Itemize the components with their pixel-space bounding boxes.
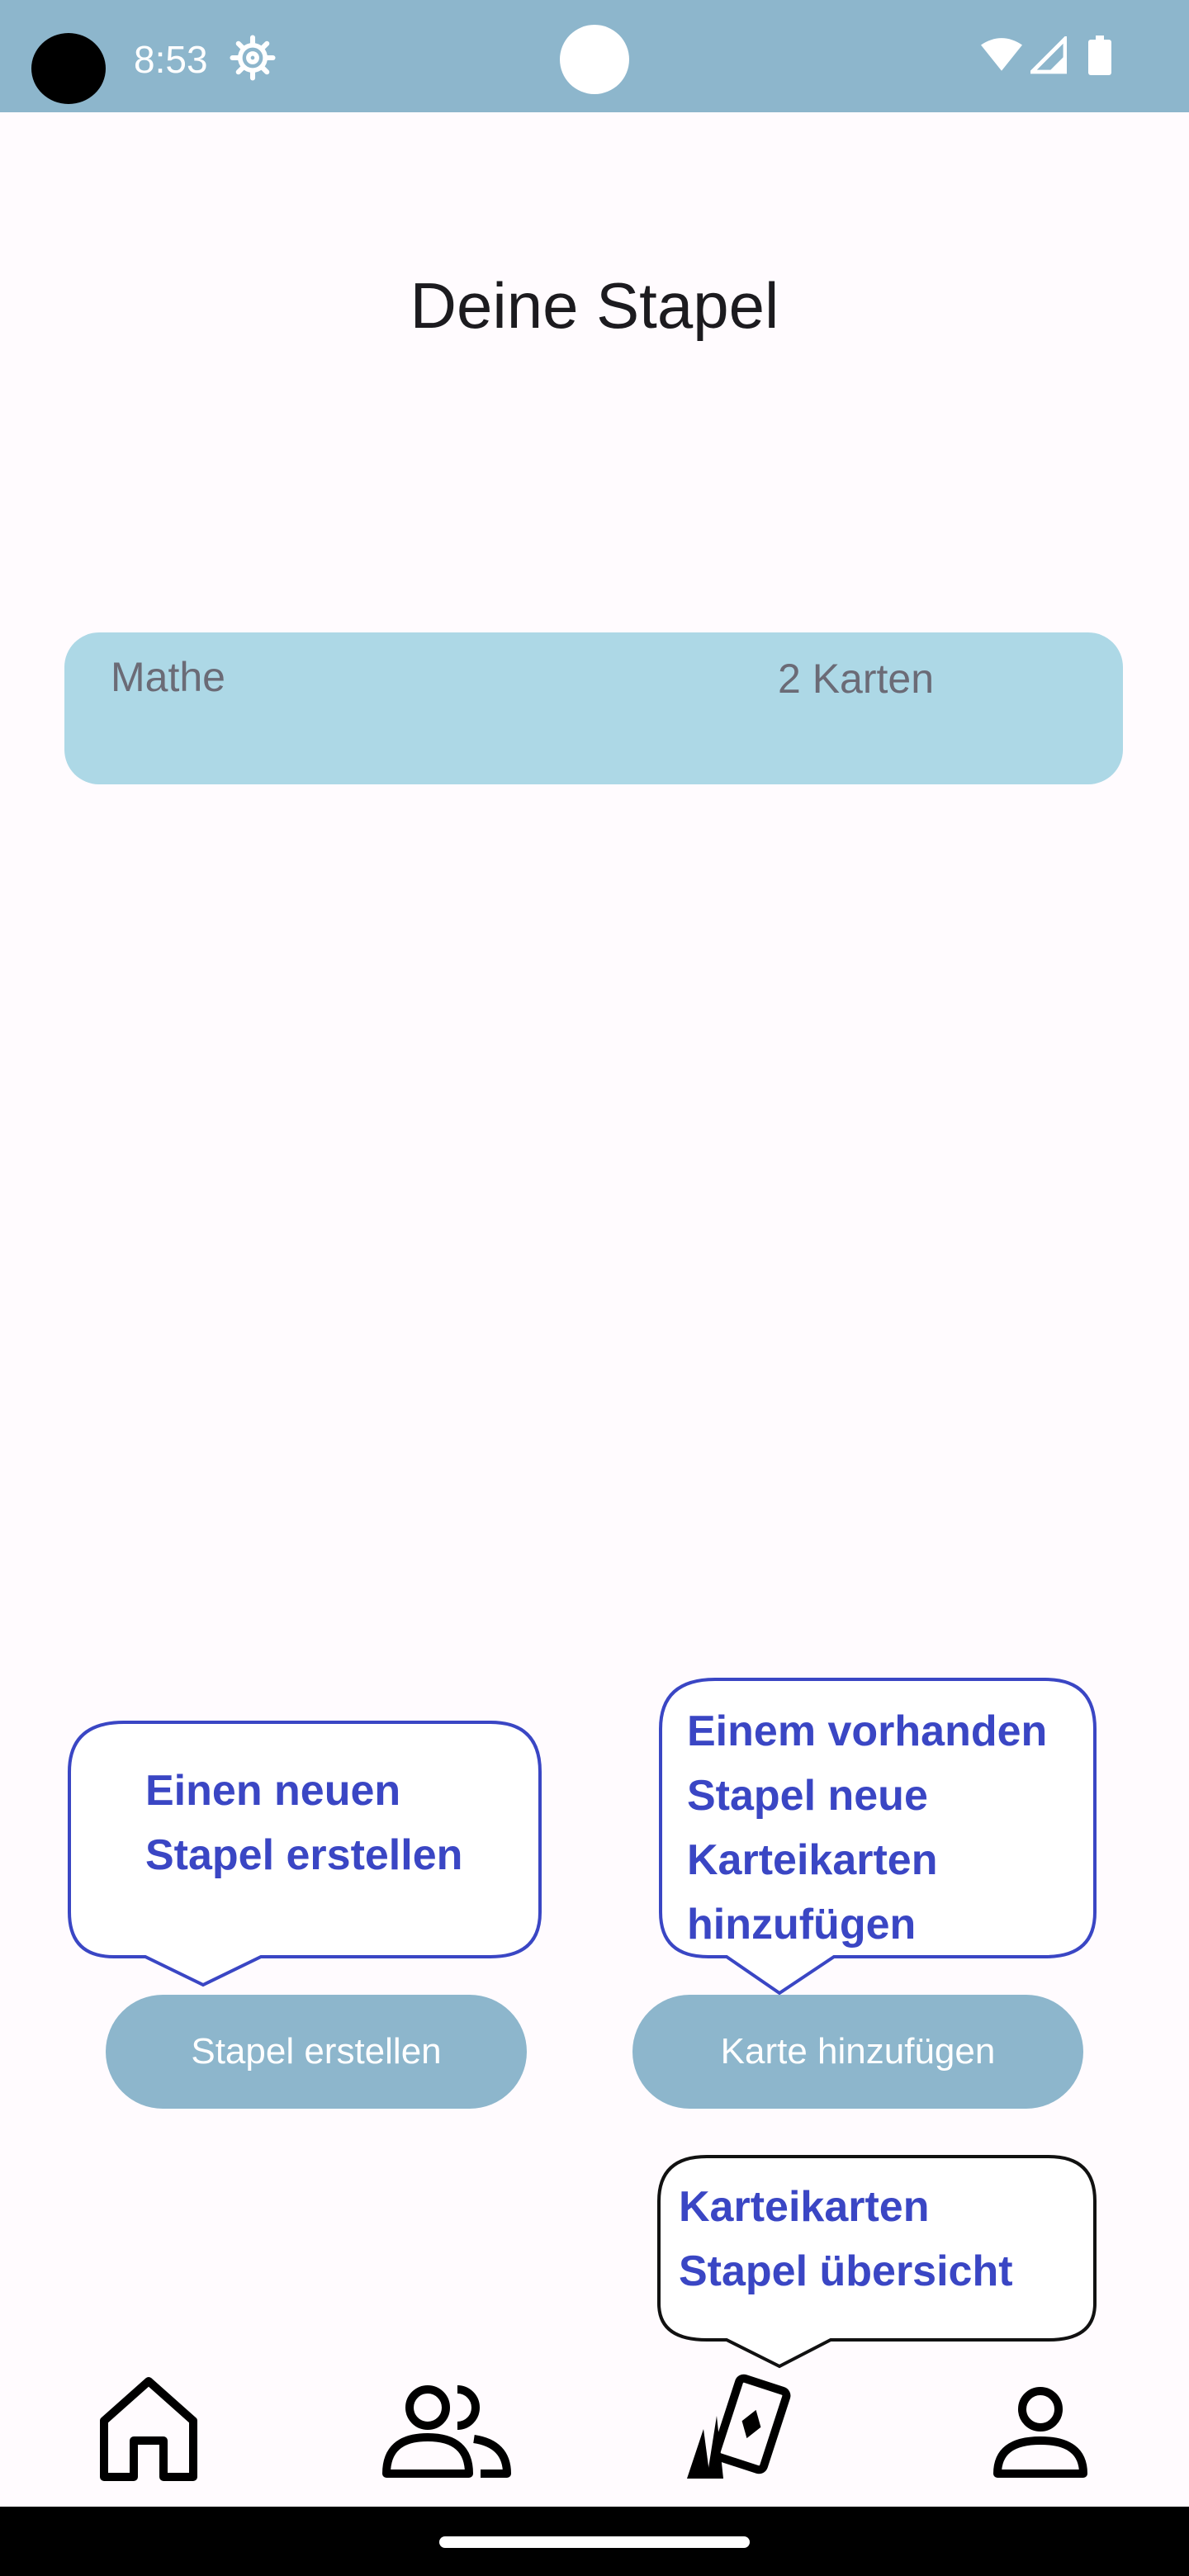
callout-create-line-2: Stapel erstellen — [145, 1831, 463, 1879]
wifi-icon — [981, 38, 1022, 71]
callout-overview-line-1: Karteikarten — [679, 2183, 930, 2231]
notification-dot — [560, 25, 629, 94]
bottom-navigation — [0, 2361, 1189, 2507]
callout-create-text: Einen neuen Stapel erstellen — [145, 1759, 462, 1887]
callout-add-line-1: Einem vorhanden — [687, 1707, 1048, 1755]
page-title: Deine Stapel — [410, 269, 779, 342]
cards-icon[interactable] — [684, 2370, 804, 2485]
profile-icon[interactable] — [992, 2386, 1088, 2479]
callout-overview-text: Karteikarten Stapel übersicht — [679, 2175, 1013, 2304]
camera-cutout — [31, 33, 106, 104]
callout-add-line-4: hinzufügen — [687, 1901, 917, 1949]
callout-add-line-3: Karteikarten — [687, 1836, 938, 1884]
callout-add-line-2: Stapel neue — [687, 1772, 928, 1820]
group-icon[interactable] — [381, 2384, 512, 2479]
gesture-handle[interactable] — [439, 2536, 750, 2548]
battery-icon — [1088, 36, 1111, 75]
signal-icon — [1030, 36, 1067, 74]
status-time: 8:53 — [134, 38, 208, 81]
add-card-button[interactable]: Karte hinzufügen — [632, 1995, 1083, 2109]
callout-create-line-1: Einen neuen — [145, 1767, 401, 1815]
home-icon[interactable] — [97, 2375, 200, 2482]
gear-icon — [230, 35, 276, 81]
create-deck-button[interactable]: Stapel erstellen — [106, 1995, 527, 2109]
callout-add-text: Einem vorhanden Stapel neue Karteikarten… — [687, 1699, 1047, 1957]
deck-name: Mathe — [111, 654, 225, 700]
deck-card-count: 2 Karten — [778, 656, 935, 702]
callout-overview-line-2: Stapel übersicht — [679, 2247, 1013, 2295]
deck-list-item[interactable]: Mathe 2 Karten — [64, 632, 1123, 784]
